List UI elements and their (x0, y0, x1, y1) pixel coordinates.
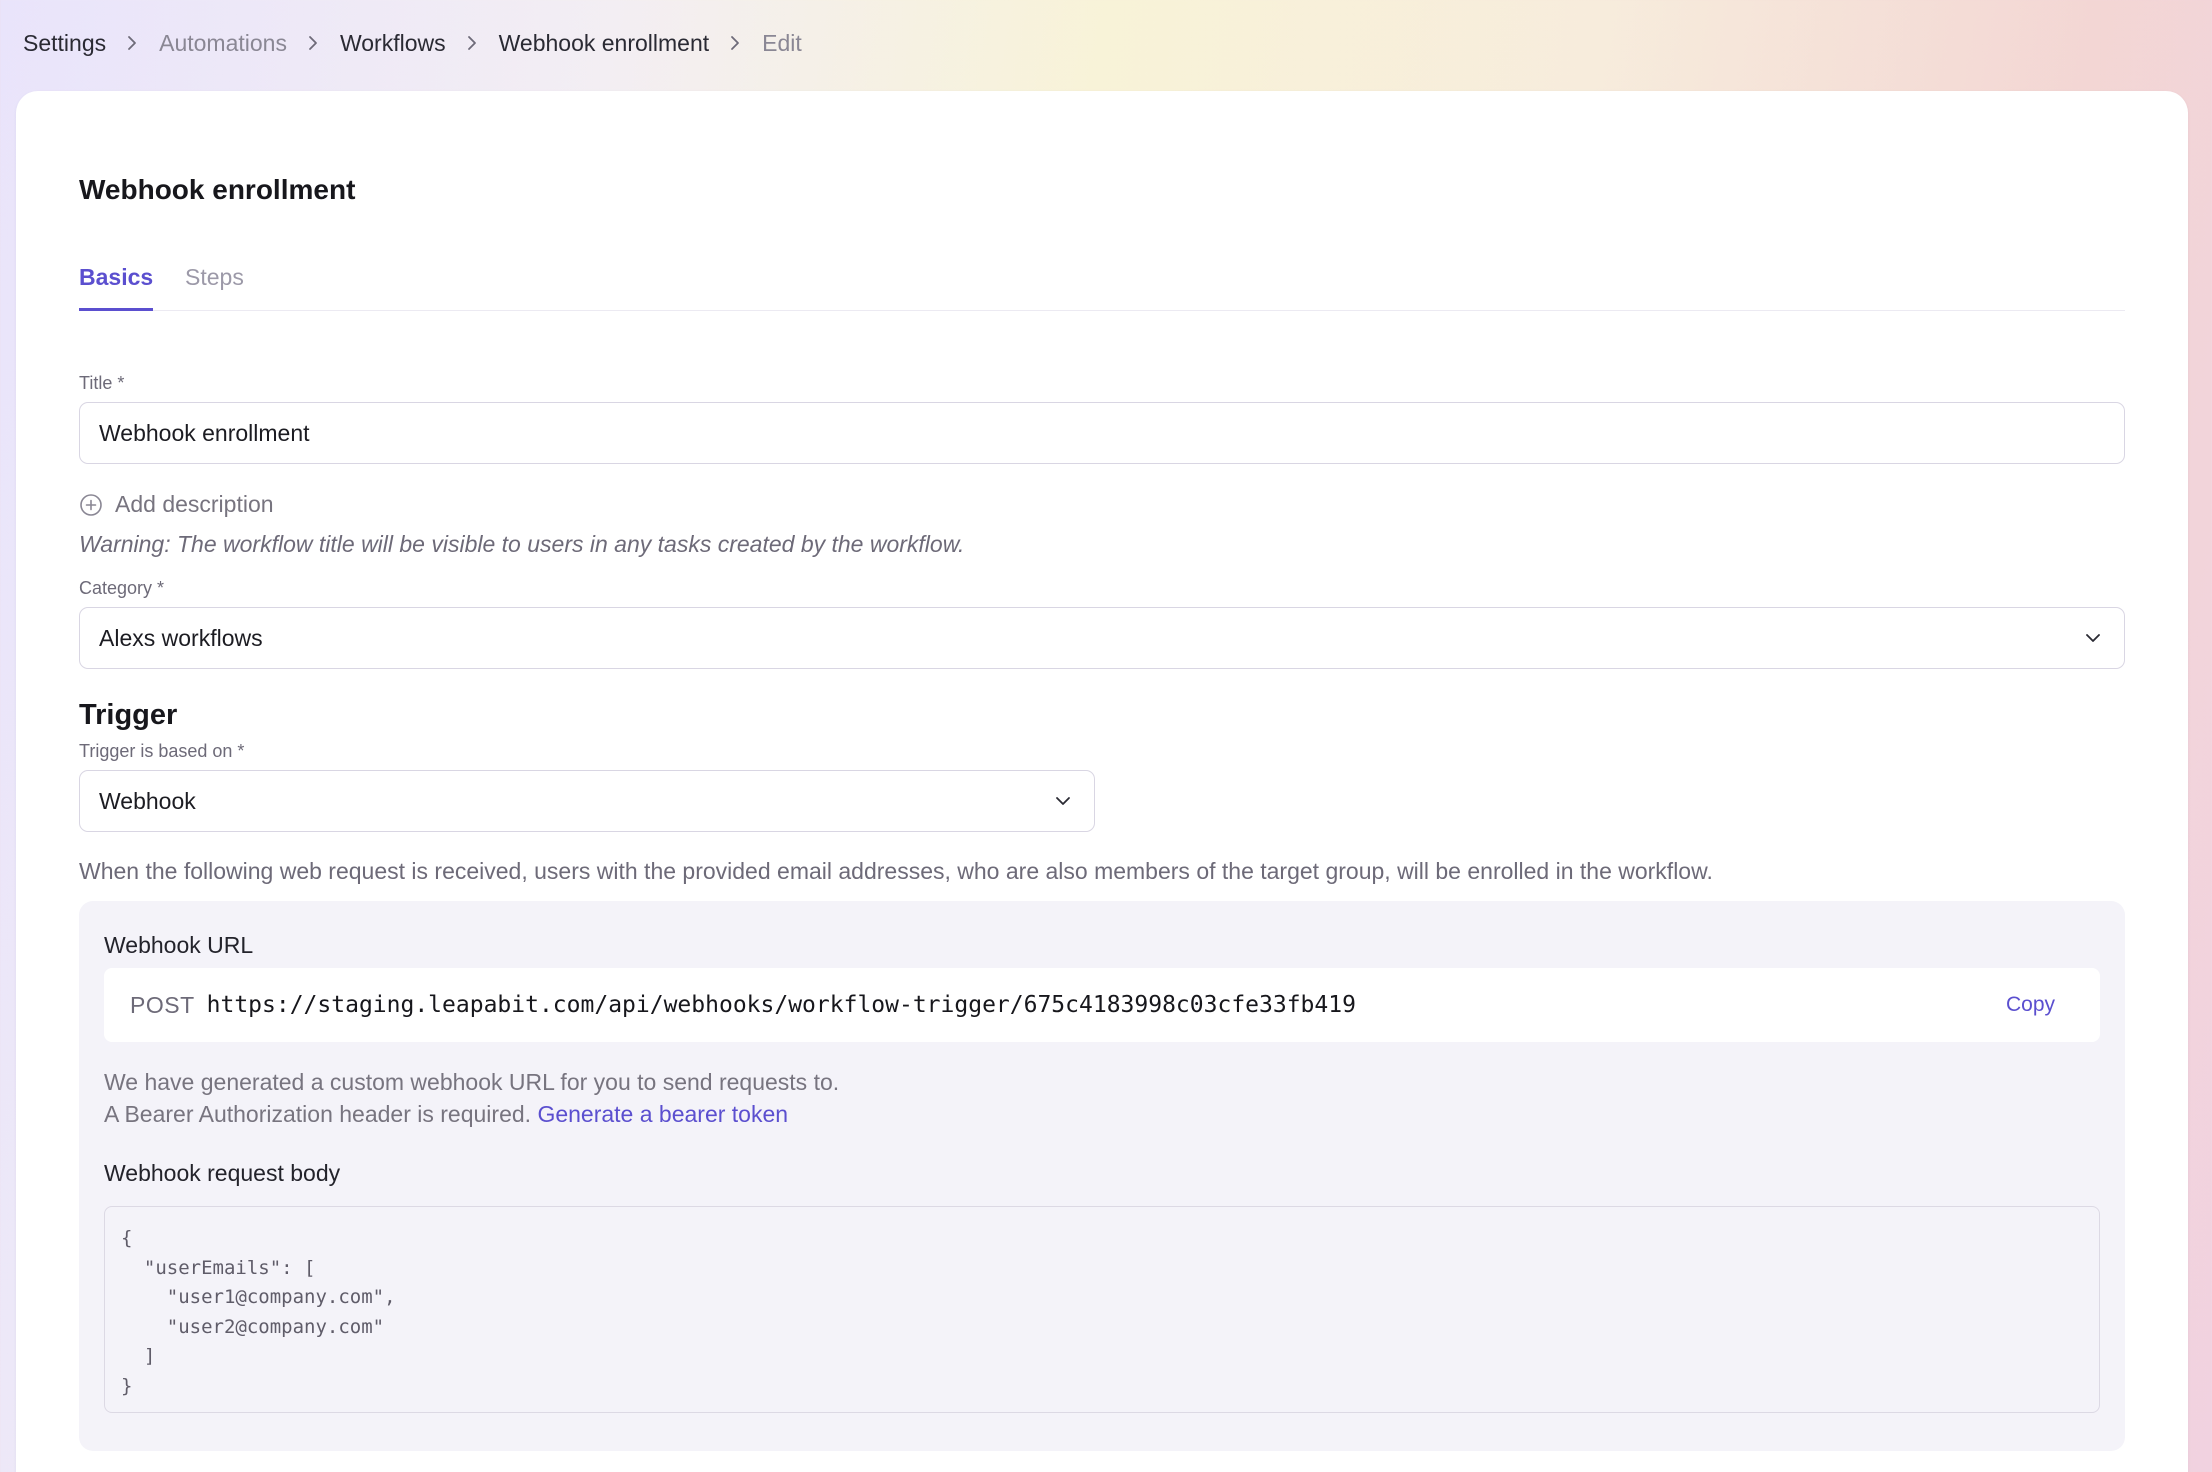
bearer-help-text: A Bearer Authorization header is require… (104, 1101, 788, 1128)
category-select[interactable]: Alexs workflows (79, 607, 2125, 669)
trigger-description: When the following web request is receiv… (79, 858, 1713, 884)
title-input[interactable]: Webhook enrollment (79, 402, 2125, 464)
copy-url-button[interactable]: Copy (2006, 968, 2055, 1042)
breadcrumb-item-settings[interactable]: Settings (23, 30, 106, 57)
tab-basics[interactable]: Basics (79, 261, 154, 311)
webhook-url[interactable]: https://staging.leapabit.com/api/webhook… (207, 992, 1356, 1018)
trigger-based-on-label: Trigger is based on * (79, 741, 245, 761)
webhook-body-heading: Webhook request body (104, 1160, 341, 1186)
chevron-right-icon (466, 35, 478, 51)
chevron-down-icon (1056, 797, 1070, 805)
trigger-heading: Trigger (79, 699, 178, 731)
generate-bearer-token-link[interactable]: Generate a bearer token (537, 1101, 788, 1127)
chevron-right-icon (126, 35, 138, 51)
title-label: Title * (79, 373, 125, 393)
http-method: POST (130, 991, 195, 1018)
trigger-type-select-value: Webhook (99, 787, 196, 814)
add-description-button[interactable]: Add description (79, 491, 274, 518)
page-title: Webhook enrollment (79, 174, 356, 205)
title-input-value: Webhook enrollment (99, 419, 310, 446)
trigger-type-select[interactable]: Webhook (79, 770, 1095, 832)
main-card: Webhook enrollment Basics Steps Title * … (16, 91, 2188, 1472)
title-warning: Warning: The workflow title will be visi… (79, 531, 965, 557)
breadcrumb-item-automations[interactable]: Automations (159, 30, 287, 57)
category-select-value: Alexs workflows (99, 624, 263, 651)
webhook-request-body: { "userEmails": [ "user1@company.com", "… (104, 1206, 2100, 1413)
tab-steps[interactable]: Steps (185, 261, 244, 311)
breadcrumb-item-webhook-enrollment[interactable]: Webhook enrollment (499, 30, 710, 57)
webhook-url-box: POST https://staging.leapabit.com/api/we… (104, 968, 2100, 1042)
plus-circle-icon (80, 493, 102, 516)
add-description-label: Add description (115, 491, 274, 517)
bearer-required-text: A Bearer Authorization header is require… (104, 1101, 538, 1127)
chevron-down-icon (2086, 634, 2100, 642)
breadcrumb-item-edit: Edit (762, 29, 802, 56)
webhook-url-heading: Webhook URL (104, 932, 254, 958)
webhook-help-text: We have generated a custom webhook URL f… (104, 1069, 840, 1095)
category-label: Category * (79, 578, 165, 598)
webhook-panel: Webhook URL POST https://staging.leapabi… (79, 901, 2125, 1451)
chevron-right-icon (729, 35, 741, 51)
breadcrumb: Settings Automations Workflows Webhook e… (23, 26, 802, 60)
chevron-right-icon (307, 35, 319, 51)
tab-bar: Basics Steps (79, 261, 2125, 311)
breadcrumb-item-workflows[interactable]: Workflows (340, 30, 446, 57)
